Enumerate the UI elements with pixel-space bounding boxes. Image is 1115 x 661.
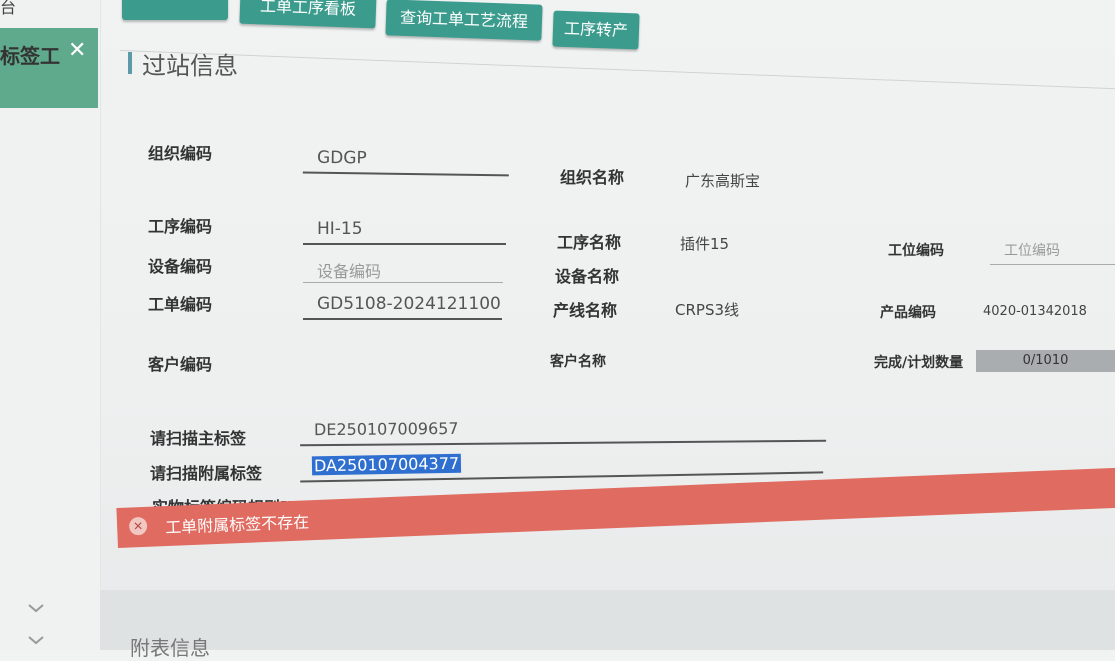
chevron-down-icon[interactable]	[26, 630, 46, 650]
close-circle-icon[interactable]: ✕	[128, 516, 148, 536]
station-code-field[interactable]: 工位编码	[990, 238, 1115, 265]
sub-label-value: DA250107004377	[311, 453, 462, 476]
section-title-text: 过站信息	[142, 51, 238, 80]
org-code-field[interactable]: GDGP	[302, 145, 510, 177]
left-sidebar: 台 标签工 ✕	[0, 0, 101, 650]
sidebar-top-text: 台	[0, 0, 17, 17]
main-label-scan-label: 请扫描主标签	[150, 429, 247, 448]
line-name-value: CRPS3线	[675, 301, 740, 319]
qty-value: 0/1010	[976, 350, 1115, 372]
tab-label: 标签工	[0, 44, 60, 68]
work-order-value: GD5108-2024121100	[317, 294, 501, 314]
process-name-label: 工序名称	[557, 233, 622, 252]
line-name-label: 产线名称	[553, 301, 618, 320]
main-label-input[interactable]: DE250107009657	[299, 415, 827, 447]
work-order-field[interactable]: GD5108-2024121100	[303, 292, 502, 320]
equipment-name-label: 设备名称	[555, 267, 620, 286]
section-title: 过站信息	[128, 48, 238, 80]
org-name-value: 广东高斯宝	[685, 172, 761, 190]
equipment-code-field[interactable]: 设备编码	[303, 256, 503, 283]
org-name-label: 组织名称	[560, 168, 625, 187]
query-process-flow-button[interactable]: 查询工单工艺流程	[385, 0, 543, 41]
process-transfer-button[interactable]: 工序转产	[552, 10, 640, 50]
station-code-placeholder: 工位编码	[1004, 243, 1060, 259]
customer-name-label: 客户名称	[550, 354, 606, 370]
equipment-code-placeholder: 设备编码	[317, 262, 382, 281]
product-code-label: 产品编码	[880, 305, 936, 321]
process-name-value: 插件15	[680, 235, 730, 253]
product-code-value: 4020-01342018	[983, 304, 1087, 319]
sub-label-input[interactable]: DA250107004377	[299, 447, 824, 483]
error-message-text: 工单附属标签不存在	[164, 512, 310, 538]
section-title-bar	[128, 52, 132, 74]
org-code-label: 组织编码	[148, 144, 213, 163]
process-code-value: HI-15	[317, 219, 363, 239]
process-code-label: 工序编码	[148, 217, 213, 236]
process-board-button[interactable]: 工单工序看板	[239, 0, 377, 29]
qty-label: 完成/计划数量	[874, 355, 964, 371]
open-tab-label-work[interactable]: 标签工 ✕	[0, 28, 98, 108]
chevron-down-icon[interactable]	[26, 598, 46, 618]
org-code-value: GDGP	[316, 147, 367, 169]
close-icon[interactable]: ✕	[68, 38, 86, 63]
bottom-section-title: 附表信息	[130, 636, 210, 660]
work-order-label: 工单编码	[148, 295, 213, 314]
section-divider	[119, 50, 1115, 90]
station-code-label: 工位编码	[888, 243, 944, 259]
equipment-code-label: 设备编码	[148, 257, 213, 276]
sub-label-scan-label: 请扫描附属标签	[150, 464, 263, 483]
bottom-panel	[100, 590, 1115, 650]
toolbar-button-1[interactable]	[122, 0, 228, 20]
customer-code-label: 客户编码	[148, 355, 213, 374]
main-label-value: DE250107009657	[313, 418, 459, 440]
process-code-field[interactable]: HI-15	[303, 217, 506, 245]
